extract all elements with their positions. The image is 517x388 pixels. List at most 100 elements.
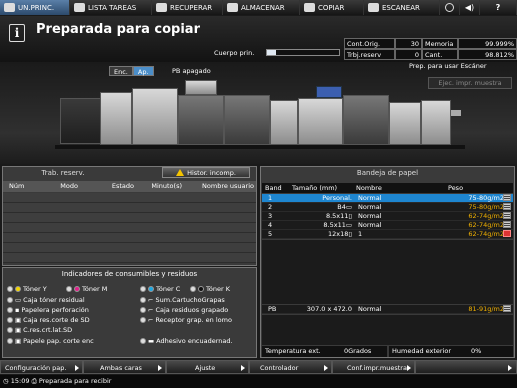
humidity-readout: Humedad exterior 0% bbox=[389, 346, 513, 357]
table-row[interactable] bbox=[3, 193, 256, 203]
arrow-right-icon bbox=[508, 365, 512, 371]
status-dot-icon bbox=[7, 327, 13, 333]
table-row[interactable] bbox=[3, 253, 256, 263]
status-dot-icon bbox=[190, 286, 196, 292]
paper-level-icon bbox=[503, 194, 511, 201]
status-dot-icon bbox=[140, 317, 146, 323]
indicator-label: Receptor grap. en lomo bbox=[155, 316, 232, 324]
tray-name: Normal bbox=[358, 221, 382, 229]
status-dot-icon bbox=[7, 286, 13, 292]
tray-band: 5 bbox=[268, 230, 273, 238]
col-peso: Peso bbox=[448, 184, 464, 192]
help-button[interactable]: ? bbox=[480, 0, 517, 15]
paper-empty-icon bbox=[503, 230, 511, 237]
tab-lista-tareas-label: LISTA TAREAS bbox=[88, 3, 137, 12]
tray-name: Normal bbox=[358, 305, 382, 313]
button-label: Ambas caras bbox=[100, 364, 142, 372]
tray-row-5[interactable]: 5 12x18▯ 1 62-74g/m2 bbox=[262, 230, 513, 239]
next-page-button[interactable] bbox=[415, 360, 517, 374]
list-icon bbox=[74, 3, 85, 12]
button-label: Controlador bbox=[260, 364, 299, 372]
ambas-caras-button[interactable]: Ambas caras bbox=[83, 360, 166, 374]
ap-button[interactable]: Ap. bbox=[132, 66, 154, 76]
conf-impr-muestra-button[interactable]: Conf.impr.muestra bbox=[332, 360, 415, 374]
counters-panel: Cont.Orig. 30 Memoria 99.999% Trbj.reser… bbox=[344, 38, 517, 70]
indicator-papelera-perforacion: ▪ Papelera perforación bbox=[7, 306, 89, 314]
configuracion-pap-button[interactable]: Configuración pap. bbox=[0, 360, 83, 374]
tray-pb-area bbox=[262, 315, 513, 345]
tray-row-3[interactable]: 3 8.5x11▯ Normal 62-74g/m2 bbox=[262, 212, 513, 221]
arrow-right-icon bbox=[158, 365, 162, 371]
table-row[interactable] bbox=[3, 223, 256, 233]
bandeja-title: Bandeja de papel bbox=[356, 169, 419, 177]
cuerpo-level-bar bbox=[266, 49, 340, 56]
histor-incomp-button[interactable]: Histor. incomp. bbox=[162, 167, 250, 178]
tray-band: PB bbox=[268, 305, 277, 313]
tab-un-princ[interactable]: UN.PRINC. bbox=[0, 0, 70, 15]
tray-row-1[interactable]: 1 Personal. Normal 75-80g/m2 bbox=[262, 194, 513, 203]
tray-name: Normal bbox=[358, 212, 382, 220]
staple-waste-icon: ⌐ bbox=[148, 306, 154, 314]
tab-copiar[interactable]: COPIAR bbox=[300, 0, 364, 15]
tray-name: 1 bbox=[358, 230, 363, 238]
indicator-label: Caja tóner residual bbox=[23, 296, 85, 304]
arrow-right-icon bbox=[407, 365, 411, 371]
controlador-button[interactable]: Controlador bbox=[249, 360, 332, 374]
table-row[interactable] bbox=[3, 233, 256, 243]
tray-size: B4▭ bbox=[337, 203, 352, 211]
tab-lista-tareas[interactable]: LISTA TAREAS bbox=[70, 0, 152, 15]
status-time: 15:09 bbox=[10, 377, 30, 385]
enc-button[interactable]: Enc. bbox=[109, 66, 133, 76]
tray-row-2[interactable]: 2 B4▭ Normal 75-80g/m2 bbox=[262, 203, 513, 212]
paper-level-icon bbox=[503, 203, 511, 210]
ajuste-button[interactable]: Ajuste bbox=[166, 360, 249, 374]
tray-row-4[interactable]: 4 8.5x11▭ Normal 62-74g/m2 bbox=[262, 221, 513, 230]
memoria-value: 99.999% bbox=[458, 38, 517, 49]
tray-band: 4 bbox=[268, 221, 273, 229]
memoria-label: Memoria bbox=[422, 38, 458, 49]
ejec-impr-muestra-button[interactable]: Ejec. impr. muestra bbox=[428, 77, 512, 89]
indicator-label: Tóner Y bbox=[23, 285, 47, 293]
printer-icon: ⎙ bbox=[31, 377, 37, 385]
tray-row-pb[interactable]: PB 307.0 x 472.0 Normal 81-91g/m2 bbox=[262, 305, 513, 314]
arrow-right-icon bbox=[324, 365, 328, 371]
page-title: Preparada para copiar bbox=[36, 22, 200, 37]
volume-button[interactable]: ◀) bbox=[460, 0, 480, 15]
tab-almacenar[interactable]: ALMACENAR bbox=[223, 0, 300, 15]
tray-weight: 62-74g/m2 bbox=[468, 212, 504, 220]
col-estado: Estado bbox=[111, 182, 134, 190]
arrow-right-icon bbox=[75, 365, 79, 371]
info-icon[interactable]: i bbox=[9, 24, 25, 42]
tab-recuperar[interactable]: RECUPERAR bbox=[152, 0, 223, 15]
indicator-toner-k: Tóner K bbox=[190, 285, 230, 293]
indicator-adhesivo-encuadernad: ▬ Adhesivo encuadernad. bbox=[140, 337, 233, 345]
table-row[interactable] bbox=[3, 243, 256, 253]
table-row[interactable] bbox=[3, 213, 256, 223]
indicator-label: Caja residuos grapado bbox=[155, 306, 229, 314]
cuerpo-label: Cuerpo prin. bbox=[214, 49, 255, 57]
top-tab-bar: UN.PRINC. LISTA TAREAS RECUPERAR ALMACEN… bbox=[0, 0, 517, 15]
cant-arch-label: Cant. arch. bbox=[422, 49, 458, 70]
table-row[interactable] bbox=[3, 203, 256, 213]
indicator-toner-y: Tóner Y bbox=[7, 285, 47, 293]
histor-incomp-label: Histor. incomp. bbox=[187, 168, 236, 177]
col-tamano: Tamaño (mm) bbox=[292, 184, 338, 192]
button-label: Conf.impr.muestra bbox=[347, 364, 407, 372]
tray-weight: 75-80g/m2 bbox=[468, 194, 504, 202]
button-label: Configuración pap. bbox=[5, 364, 67, 372]
trbj-reserv-value: 0 bbox=[395, 49, 422, 60]
button-label: Ajuste bbox=[195, 364, 216, 372]
tab-copiar-label: COPIAR bbox=[318, 3, 345, 12]
indicator-receptor-grap-lomo: ⌐ Receptor grap. en lomo bbox=[140, 316, 232, 324]
paper-level-icon bbox=[503, 221, 511, 228]
side-trim-icon: ▣ bbox=[15, 326, 22, 334]
status-dot-icon bbox=[140, 297, 146, 303]
status-dot-icon bbox=[7, 338, 13, 344]
status-dot-icon bbox=[66, 286, 72, 292]
tray-size: 307.0 x 472.0 bbox=[306, 305, 352, 313]
tab-escanear[interactable]: ESCANEAR bbox=[364, 0, 440, 15]
globe-button[interactable] bbox=[440, 0, 460, 15]
screen: UN.PRINC. LISTA TAREAS RECUPERAR ALMACEN… bbox=[0, 0, 517, 388]
bottom-button-bar: Configuración pap. Ambas caras Ajuste Co… bbox=[0, 360, 517, 374]
indicators-title: Indicadores de consumibles y residuos bbox=[61, 270, 198, 278]
